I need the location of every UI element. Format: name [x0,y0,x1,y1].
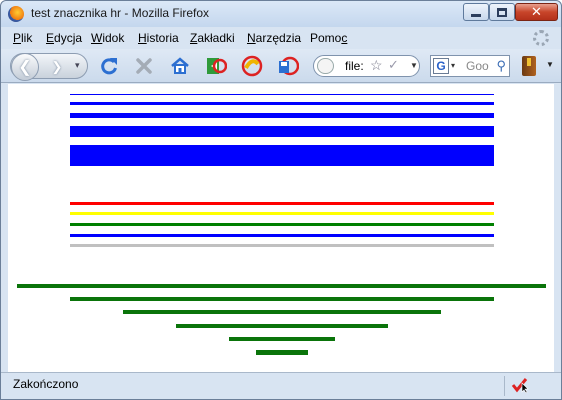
navigation-toolbar: ❮ ❯ ▾ file: ☆ ✓ ▼ G ▾ Goo ⚲ ▼ [1,49,561,83]
save-icon [279,56,299,76]
menu-widok[interactable]: Widok [91,31,124,45]
red-rule [70,202,494,205]
blue-rule-3 [70,113,494,118]
blue-rule [70,234,494,237]
url-dropdown-icon[interactable]: ▼ [410,61,418,70]
firefox-logo-icon [8,6,24,22]
green-rule [70,223,494,226]
menu-plik[interactable]: Plik [13,31,32,45]
maximize-icon [497,7,507,17]
status-bar: Zakończono [1,372,561,399]
menu-historia[interactable]: Historia [138,31,179,45]
search-engine-icon[interactable]: G [433,58,449,74]
reload-button[interactable] [97,54,121,78]
back-button[interactable]: ❮ [11,53,39,81]
page-content [8,84,554,372]
green-rule-6 [256,350,308,355]
url-bar[interactable]: file: ☆ ✓ ▼ [313,55,420,77]
home-button[interactable] [168,54,192,78]
addon-button[interactable] [204,54,228,78]
validator-status-icon[interactable] [511,377,529,393]
menu-label: Edycja [46,31,83,45]
green-rule-5 [229,337,335,341]
back-forward-group: ❮ ❯ ▾ [10,53,88,81]
close-button[interactable]: ✕ [515,3,558,21]
search-engine-dropdown-icon[interactable]: ▾ [451,61,455,70]
menu-label: Widok [91,31,125,45]
silver-rule [70,244,494,247]
maximize-button[interactable] [489,3,515,21]
green-rule-4 [176,324,388,328]
book-icon[interactable] [522,56,536,76]
title-bar: test znacznika hr - Mozilla Firefox ✕ [1,1,561,27]
browser-window: test znacznika hr - Mozilla Firefox ✕ Pl… [0,0,562,400]
blue-rule-1 [70,94,494,95]
blue-rule-5 [70,145,494,166]
yellow-rule [70,212,494,215]
menu-label: Historia [138,31,179,45]
green-rule-3 [123,310,441,314]
menu-narzedzia[interactable]: Narzędzia [247,31,301,45]
menu-edycja[interactable]: Edycja [46,31,82,45]
addon-icon [207,58,227,74]
checkmark-icon: ✓ [388,57,399,72]
search-input[interactable]: Goo [466,59,489,73]
star-icon[interactable]: ☆ [370,57,383,74]
toolbar-overflow-icon[interactable]: ▼ [546,60,554,69]
green-rule-1 [17,284,546,288]
menu-pomoc[interactable]: Pomoc [310,31,347,45]
blue-rule-2 [70,102,494,105]
back-arrow-icon: ❮ [18,59,32,76]
url-input[interactable]: file: [345,59,364,73]
menu-label: Plik [13,31,33,45]
stop-icon [136,58,152,74]
minimize-button[interactable] [463,3,489,21]
window-title: test znacznika hr - Mozilla Firefox [31,6,210,20]
status-divider [504,376,505,396]
menu-label: Zakładki [190,31,235,45]
home-icon [171,57,189,74]
menu-label: Narzędzia [247,31,302,45]
throbber-icon [533,30,549,46]
menu-label: Pomoc [310,31,348,45]
blue-rule-4 [70,126,494,137]
search-icon[interactable]: ⚲ [496,58,506,74]
forward-arrow-icon: ❯ [51,59,63,74]
bookmark-icon [241,55,263,77]
stop-button[interactable] [132,54,156,78]
save-button[interactable] [276,54,300,78]
menu-zakladki[interactable]: Zakładki [190,31,235,45]
close-icon: ✕ [531,4,542,20]
status-text: Zakończono [13,377,79,391]
reload-icon [101,58,117,75]
menu-bar: Plik Edycja Widok Historia Zakładki Narz… [1,27,561,49]
site-identity-icon[interactable] [317,58,334,74]
forward-button[interactable]: ❯ [45,58,69,76]
history-dropdown-icon[interactable]: ▾ [75,60,80,71]
green-rule-2 [70,297,494,301]
search-bar[interactable]: G ▾ Goo ⚲ [430,55,510,77]
minimize-icon [471,14,481,17]
bookmark-button[interactable] [240,54,264,78]
